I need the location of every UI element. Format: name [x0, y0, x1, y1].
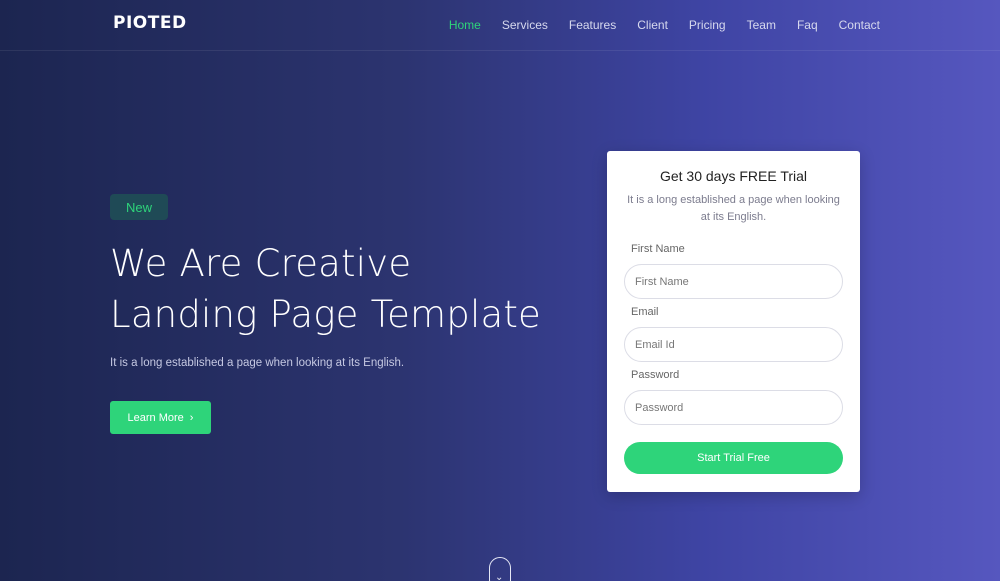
nav-item-services[interactable]: Services [502, 18, 548, 32]
nav-item-home[interactable]: Home [449, 18, 481, 32]
email-input[interactable] [624, 327, 843, 362]
chevron-down-icon: ⌄ [495, 572, 504, 581]
nav-item-features[interactable]: Features [569, 18, 616, 32]
first-name-label: First Name [631, 243, 685, 255]
nav-item-contact[interactable]: Contact [839, 18, 880, 32]
navbar: PIOTED Home Services Features Client Pri… [0, 0, 1000, 51]
hero-title-line-2: Landing Page Template [110, 293, 542, 336]
nav-item-pricing[interactable]: Pricing [689, 18, 726, 32]
nav-item-faq[interactable]: Faq [797, 18, 818, 32]
trial-form-description: It is a long established a page when loo… [627, 194, 840, 223]
logo[interactable]: PIOTED [113, 13, 187, 33]
password-label: Password [631, 369, 680, 381]
nav-item-team[interactable]: Team [747, 18, 776, 32]
chevron-right-icon: › [189, 411, 194, 424]
first-name-input[interactable] [624, 264, 843, 299]
password-input[interactable] [624, 390, 843, 425]
trial-form-title: Get 30 days FREE Trial [659, 168, 808, 184]
hero-title: We Are Creative Landing Page Template [110, 238, 590, 340]
learn-more-label: Learn More [127, 411, 184, 424]
hero-title-line-1: We Are Creative [110, 242, 412, 285]
scroll-down-indicator[interactable]: ⌄ [489, 557, 511, 581]
nav-links: Home Services Features Client Pricing Te… [428, 0, 880, 50]
hero-subtitle: It is a long established a page when loo… [110, 357, 405, 369]
new-badge: New [110, 194, 168, 220]
trial-form-card: Get 30 days FREE Trial It is a long esta… [607, 151, 860, 492]
learn-more-button[interactable]: Learn More › [110, 401, 211, 434]
email-label: Email [631, 306, 659, 318]
start-trial-button[interactable]: Start Trial Free [624, 442, 843, 474]
nav-item-client[interactable]: Client [637, 18, 668, 32]
